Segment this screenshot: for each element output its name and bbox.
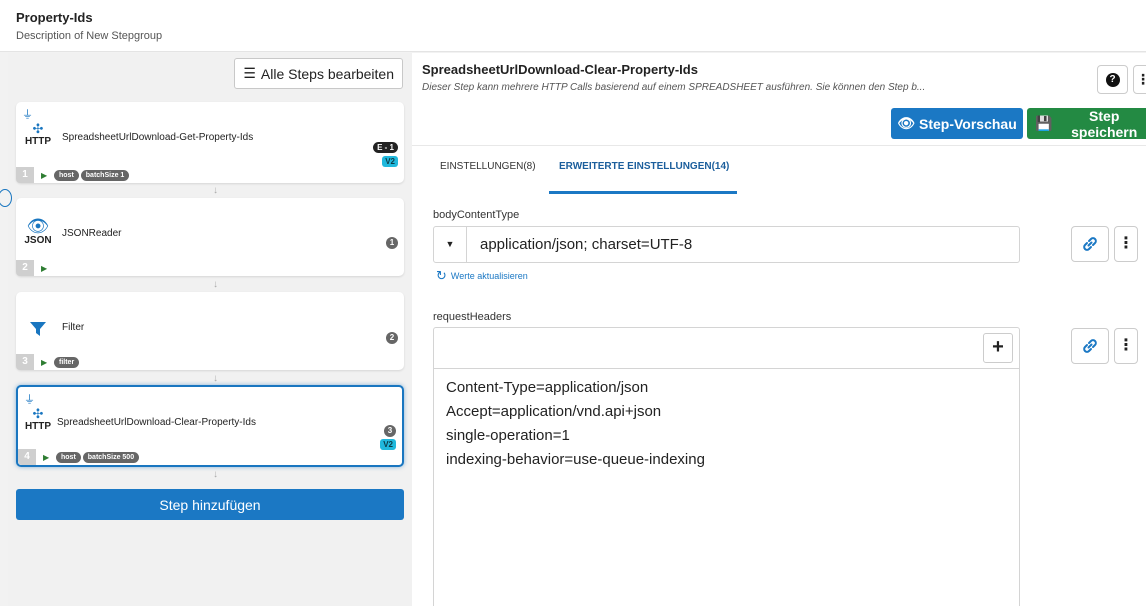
step-editor: SpreadsheetUrlDownload-Clear-Property-Id… — [412, 53, 1146, 606]
version-badge: V2 — [380, 439, 396, 450]
header-line: single-operation=1 — [446, 427, 570, 444]
step-name: SpreadsheetUrlDownload-Clear-Property-Id… — [57, 417, 256, 428]
step-tags: host batchSize 500 — [56, 452, 140, 463]
edge-indicator — [0, 189, 12, 207]
step-number: 4 — [18, 449, 36, 465]
field-options-button[interactable]: ⋮ — [1114, 226, 1138, 262]
step-tags: filter — [54, 357, 80, 368]
page-header: Property-Ids Description of New Stepgrou… — [0, 0, 1146, 52]
editor-toolbar: + — [434, 328, 1019, 369]
add-step-button[interactable]: Step hinzufügen — [16, 489, 404, 520]
play-icon[interactable]: ▶ — [41, 358, 47, 367]
http-icon: ✣ HTTP — [24, 121, 52, 147]
page-description: Description of New Stepgroup — [16, 30, 163, 42]
eye-icon: 👁 — [897, 115, 915, 131]
eye-icon: 👁 JSON — [24, 216, 52, 246]
header-line: Content-Type=application/json — [446, 379, 649, 396]
play-icon[interactable]: ▶ — [41, 264, 47, 273]
arrow-down-icon: ↓ — [213, 373, 218, 384]
link-icon — [1083, 339, 1097, 353]
step-preview-label: Step-Vorschau — [919, 115, 1017, 132]
refresh-icon: ↻ — [436, 268, 447, 283]
refresh-values-link[interactable]: ↻ Werte aktualisieren — [436, 268, 528, 284]
step-number: 1 — [16, 167, 34, 183]
tab-advanced-settings[interactable]: ERWEITERTE EINSTELLUNGEN(14) — [559, 161, 729, 172]
step-card-2[interactable]: 👁 JSON JSONReader 1 2 ▶ — [16, 198, 404, 276]
steps-sidebar: ☰ Alle Steps bearbeiten ⏚ ✣ HTTP Spreads… — [0, 53, 412, 606]
header-line: Accept=application/vnd.api+json — [446, 403, 662, 420]
step-name: SpreadsheetUrlDownload-Get-Property-Ids — [62, 132, 254, 143]
active-tab-indicator — [549, 191, 737, 194]
count-badge: 3 — [384, 425, 396, 437]
arrow-down-icon: ↓ — [213, 279, 218, 290]
add-header-button[interactable]: + — [983, 333, 1013, 363]
count-badge: 1 — [386, 237, 398, 249]
tag: host — [56, 452, 81, 463]
step-name: Filter — [62, 322, 85, 333]
error-badge: E - 1 — [373, 142, 398, 153]
plug-icon: ⏚ — [24, 394, 35, 406]
page-title: Property-Ids — [16, 10, 93, 25]
field-options-button[interactable]: ⋮ — [1114, 328, 1138, 364]
caret-down-icon[interactable]: ▼ — [434, 227, 467, 262]
link-icon — [1083, 237, 1097, 251]
tag: filter — [54, 357, 80, 368]
version-badge: V2 — [382, 156, 398, 167]
list-icon: ☰ — [243, 65, 256, 81]
help-button[interactable]: ? — [1097, 65, 1128, 94]
request-headers-editor[interactable]: + Content-Type=application/json Accept=a… — [433, 327, 1020, 606]
step-save-label: Step speichern — [1071, 107, 1138, 140]
edit-all-steps-label: Alle Steps bearbeiten — [260, 65, 394, 82]
body-content-type-label: bodyContentType — [433, 209, 520, 221]
step-save-button[interactable]: 💾 Step speichern — [1027, 107, 1146, 140]
request-headers-label: requestHeaders — [433, 311, 512, 323]
tag: host — [54, 170, 79, 181]
link-button[interactable] — [1071, 328, 1109, 364]
count-badge: 2 — [386, 332, 398, 344]
more-options-button[interactable]: ⋮ — [1133, 65, 1146, 94]
http-icon: ✣ HTTP — [24, 406, 52, 432]
play-icon[interactable]: ▶ — [43, 453, 49, 462]
save-icon: 💾 — [1035, 115, 1053, 131]
request-headers-text[interactable]: Content-Type=application/json Accept=app… — [434, 369, 1019, 479]
divider — [412, 145, 1146, 146]
step-card-4[interactable]: ⏚ ✣ HTTP SpreadsheetUrlDownload-Clear-Pr… — [16, 385, 404, 467]
tab-settings[interactable]: EINSTELLUNGEN(8) — [440, 161, 536, 172]
step-description: Dieser Step kann mehrere HTTP Calls basi… — [422, 82, 926, 93]
tag: batchSize 1 — [80, 170, 130, 181]
step-tags: host batchSize 1 — [54, 170, 130, 181]
step-number: 3 — [16, 354, 34, 370]
arrow-down-icon: ↓ — [213, 469, 218, 480]
plug-icon: ⏚ — [22, 109, 33, 121]
tag: batchSize 500 — [82, 452, 140, 463]
body-content-type-select[interactable]: ▼ application/json; charset=UTF-8 — [433, 226, 1020, 263]
link-button[interactable] — [1071, 226, 1109, 262]
question-icon: ? — [1105, 72, 1120, 87]
step-name: JSONReader — [62, 228, 122, 239]
filter-icon — [21, 320, 55, 343]
play-icon[interactable]: ▶ — [41, 171, 47, 180]
step-card-1[interactable]: ⏚ ✣ HTTP SpreadsheetUrlDownload-Get-Prop… — [16, 102, 404, 183]
step-title: SpreadsheetUrlDownload-Clear-Property-Id… — [422, 62, 698, 77]
header-line: indexing-behavior=use-queue-indexing — [446, 451, 705, 468]
step-card-3[interactable]: Filter 2 3 ▶ filter — [16, 292, 404, 370]
body-content-type-value: application/json; charset=UTF-8 — [480, 236, 693, 253]
step-number: 2 — [16, 260, 34, 276]
arrow-down-icon: ↓ — [213, 185, 218, 196]
edit-all-steps-button[interactable]: ☰ Alle Steps bearbeiten — [234, 58, 403, 89]
refresh-values-label: Werte aktualisieren — [450, 271, 528, 281]
step-preview-button[interactable]: 👁 Step-Vorschau — [891, 108, 1023, 139]
